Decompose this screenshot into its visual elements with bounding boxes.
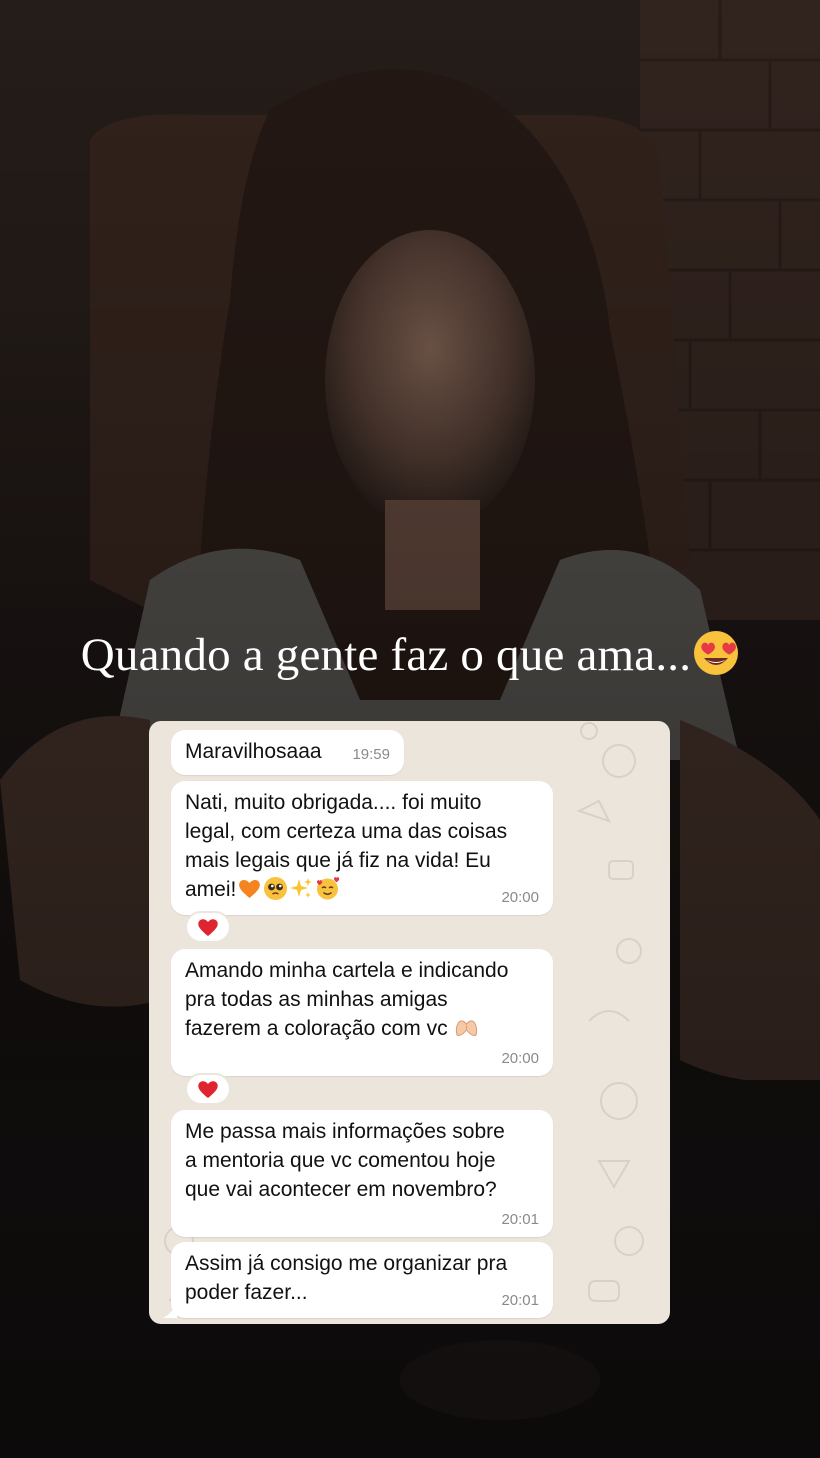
heart-eyes-emoji bbox=[694, 631, 739, 675]
caption-text: Quando a gente faz o que ama... bbox=[80, 629, 692, 681]
message-text-content: Nati, muito obrigada.... foi muito legal… bbox=[185, 791, 508, 901]
red-heart-emoji bbox=[198, 1081, 218, 1098]
message-bubble[interactable]: Nati, muito obrigada.... foi muito legal… bbox=[171, 781, 553, 915]
message-text: Amando minha cartela e indicando pra tod… bbox=[185, 956, 539, 1043]
message-timestamp: 20:00 bbox=[501, 889, 539, 906]
message-timestamp: 20:01 bbox=[501, 1211, 539, 1228]
smiling-face-with-hearts-emoji bbox=[317, 877, 340, 900]
message-bubble[interactable]: Assim já consigo me organizar pra poder … bbox=[163, 1242, 553, 1318]
heart-hands-emoji bbox=[455, 1020, 477, 1036]
message-text: Me passa mais informações sobre a mentor… bbox=[185, 1120, 505, 1201]
message-bubble[interactable]: Amando minha cartela e indicando pra tod… bbox=[171, 949, 553, 1076]
message-timestamp: 19:59 bbox=[352, 746, 390, 763]
orange-heart-emoji bbox=[239, 880, 261, 898]
sparkles-emoji bbox=[290, 878, 313, 898]
chat-screenshot: Maravilhosaaa 19:59 Nati, muito obrigada… bbox=[149, 721, 670, 1324]
message-timestamp: 20:00 bbox=[501, 1050, 539, 1067]
story-caption: Quando a gente faz o que ama... bbox=[0, 628, 820, 682]
red-heart-emoji bbox=[198, 919, 218, 936]
message-text: Assim já consigo me organizar pra poder … bbox=[185, 1252, 508, 1304]
message-text: Nati, muito obrigada.... foi muito legal… bbox=[185, 788, 539, 904]
pleading-face-emoji bbox=[264, 877, 288, 900]
message-bubble[interactable]: Maravilhosaaa 19:59 bbox=[171, 730, 404, 775]
message-timestamp: 20:01 bbox=[501, 1292, 539, 1309]
message-bubble[interactable]: Me passa mais informações sobre a mentor… bbox=[171, 1110, 553, 1237]
message-reaction[interactable] bbox=[185, 1073, 231, 1105]
bubble-tail bbox=[163, 1304, 177, 1318]
message-reaction[interactable] bbox=[185, 911, 231, 943]
